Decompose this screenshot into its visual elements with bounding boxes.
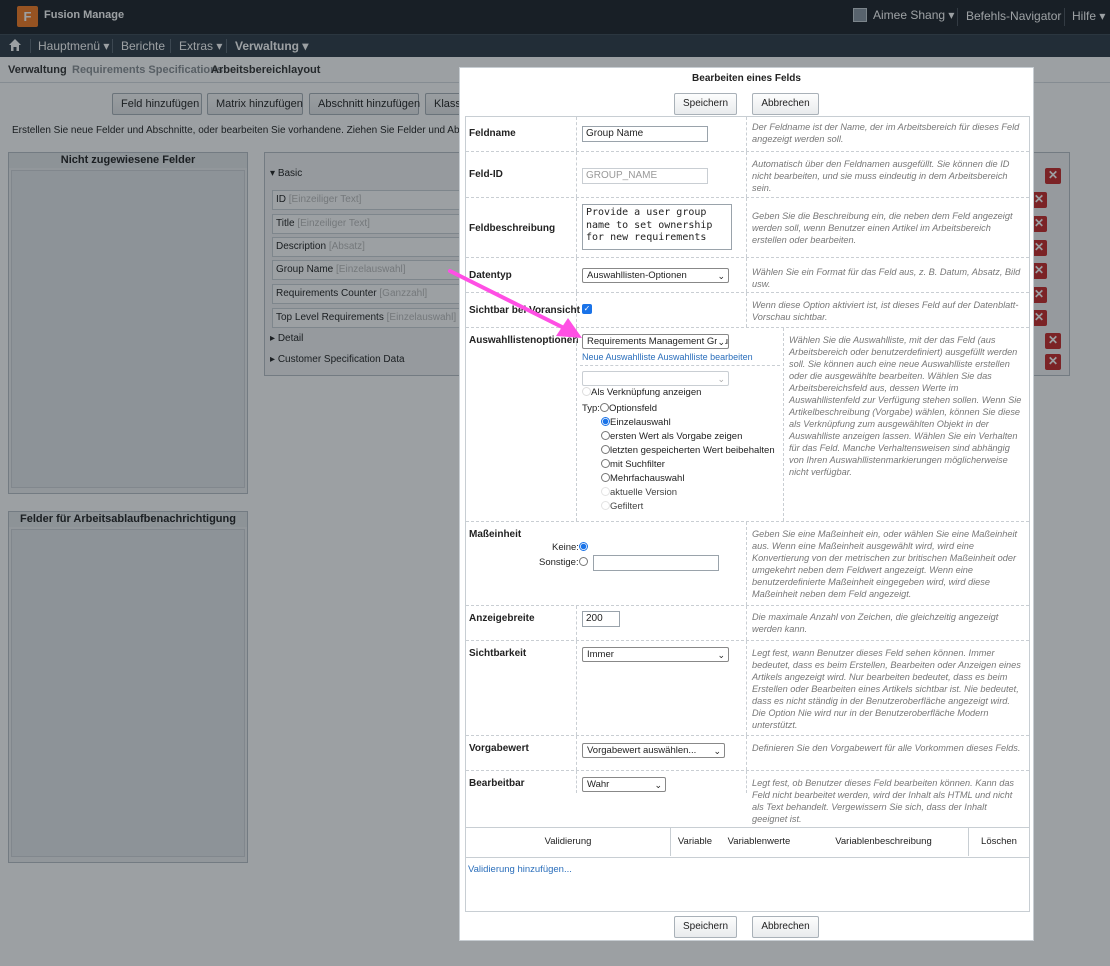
radio-current-version[interactable]: aktuelle Version: [601, 487, 677, 498]
radio-first-default[interactable]: ersten Wert als Vorgabe zeigen: [601, 431, 742, 442]
field-label: Anzeigebreite: [469, 613, 535, 624]
save-button[interactable]: Speichern: [674, 93, 737, 115]
radio-filtered[interactable]: Gefiltert: [601, 501, 643, 512]
field-label: Sichtbarkeit: [469, 648, 527, 659]
field-label: Bearbeitbar: [469, 778, 525, 789]
column-header: Variablenbeschreibung: [799, 828, 969, 856]
show-as-link-option[interactable]: Als Verknüpfung anzeigen: [582, 387, 701, 398]
radio-keep-last[interactable]: letzten gespeicherten Wert beibehalten: [601, 445, 775, 456]
type-label: Typ: Optionsfeld: [582, 403, 658, 414]
help-text: Wählen Sie die Auswahlliste, mit der das…: [789, 335, 1022, 477]
unit-none-option[interactable]: Keine:: [552, 542, 588, 553]
radio-multi-select[interactable]: Mehrfachauswahl: [601, 473, 684, 484]
field-label: Maßeinheit: [469, 529, 522, 540]
dialog-title: Bearbeiten eines Felds: [692, 73, 801, 84]
chevron-down-icon: ⌄: [717, 374, 725, 384]
cancel-button[interactable]: Abbrechen: [752, 93, 819, 115]
field-label: Vorgabewert: [469, 743, 529, 754]
help-text: Definieren Sie den Vorgabewert für alle …: [752, 743, 1021, 753]
picklist-select[interactable]: Requirements Management Groups ⌄: [582, 334, 729, 349]
column-header: Löschen: [981, 836, 1017, 847]
radio-search-filter[interactable]: mit Suchfilter: [601, 459, 665, 470]
editable-select[interactable]: Wahr ⌄: [582, 777, 666, 792]
unit-other-option[interactable]: Sonstige:: [539, 557, 588, 568]
unit-other-input[interactable]: [593, 555, 719, 571]
help-text: Wählen Sie ein Format für das Feld aus, …: [752, 267, 1021, 289]
help-text: Legt fest, ob Benutzer dieses Feld bearb…: [752, 777, 1024, 825]
column-header: Variablenwerte: [727, 836, 791, 847]
help-text: Geben Sie eine Maßeinheit ein, oder wähl…: [752, 529, 1018, 599]
add-validation-link[interactable]: Validierung hinzufügen...: [468, 864, 572, 875]
help-text: Legt fest, wann Benutzer dieses Feld seh…: [752, 648, 1021, 730]
chevron-down-icon: ⌄: [717, 650, 725, 660]
field-form: Feldname Group Name Der Feldname ist der…: [465, 116, 1030, 912]
cancel-button-bottom[interactable]: Abbrechen: [752, 916, 819, 938]
column-header: Validierung: [466, 828, 671, 856]
field-label: Feld-ID: [469, 169, 503, 180]
column-header: Variable: [677, 836, 713, 847]
edit-field-dialog: Bearbeiten eines Felds Speichern Abbrech…: [459, 67, 1034, 941]
fieldname-input[interactable]: Group Name: [582, 126, 708, 142]
field-id-input: GROUP_NAME: [582, 168, 708, 184]
field-label: Feldname: [469, 128, 516, 139]
save-button-bottom[interactable]: Speichern: [674, 916, 737, 938]
chevron-down-icon: ⌄: [717, 336, 725, 348]
annotation-arrow-icon: [448, 269, 582, 338]
chevron-down-icon: ⌄: [713, 746, 721, 756]
picklist-links[interactable]: Neue Auswahlliste Auswahlliste bearbeite…: [582, 352, 753, 362]
field-label: Feldbeschreibung: [469, 223, 556, 234]
radio-single-select[interactable]: Einzelauswahl: [601, 417, 671, 428]
chevron-down-icon: ⌄: [717, 271, 725, 281]
help-text: Die maximale Anzahl von Zeichen, die gle…: [752, 612, 999, 634]
help-text: Geben Sie die Beschreibung ein, die nebe…: [752, 211, 1013, 245]
help-text: Wenn diese Option aktiviert ist, ist die…: [752, 300, 1019, 322]
validation-table-header: Validierung Variable Variablenwerte Vari…: [466, 827, 1029, 858]
datatype-select[interactable]: Auswahllisten-Optionen ⌄: [582, 268, 729, 283]
help-text: Der Feldname ist der Name, der im Arbeit…: [752, 122, 1020, 144]
description-textarea[interactable]: Provide a user group name to set ownersh…: [582, 204, 732, 250]
help-text: Automatisch über den Feldnamen ausgefüll…: [752, 159, 1010, 193]
chevron-down-icon: ⌄: [654, 780, 662, 790]
picklist-field-select[interactable]: ⌄: [582, 371, 729, 386]
display-width-input[interactable]: 200: [582, 611, 620, 627]
default-value-select[interactable]: Vorgabewert auswählen... ⌄: [582, 743, 725, 758]
visibility-select[interactable]: Immer ⌄: [582, 647, 729, 662]
